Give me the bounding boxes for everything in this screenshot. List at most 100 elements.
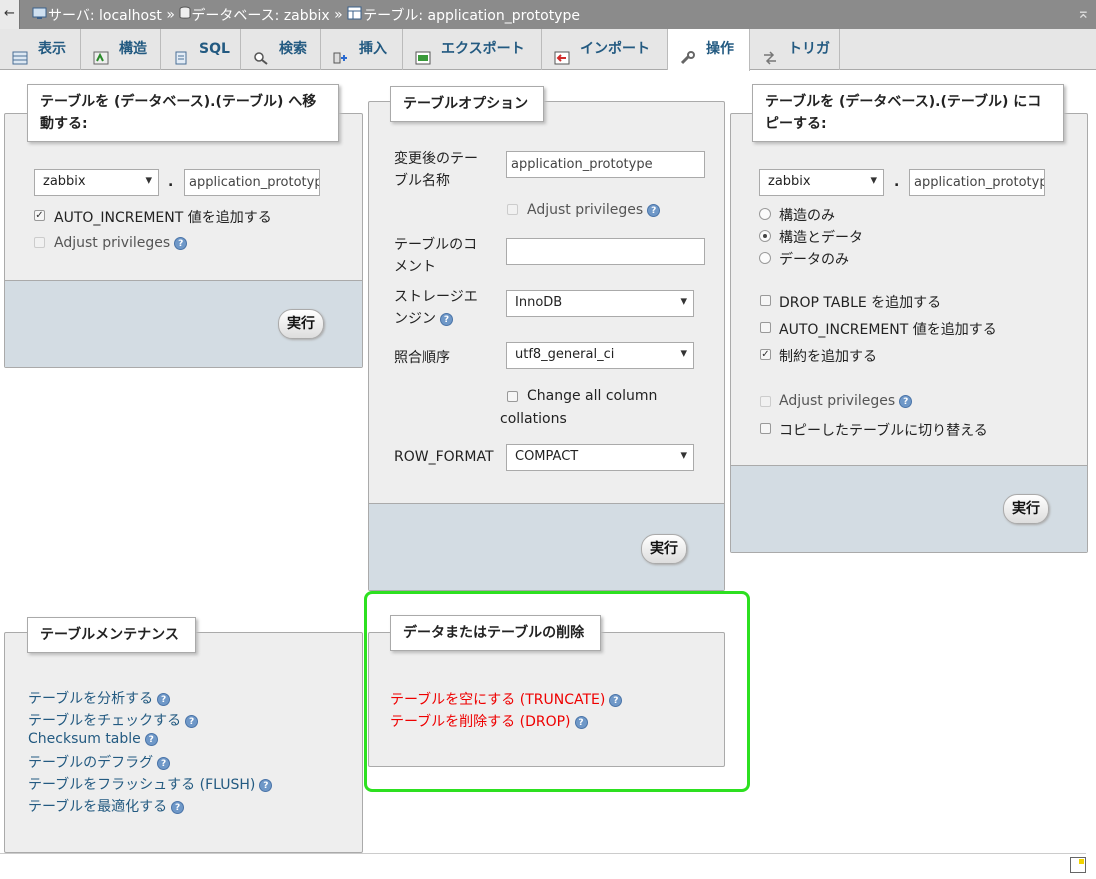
search-icon [253, 41, 269, 65]
copy-table-name-input[interactable]: application_prototyp [909, 169, 1045, 196]
copy-table-legend: テーブルを (データベース).(テーブル) にコ ピーする: [752, 84, 1064, 142]
structure-only-radio[interactable] [759, 208, 771, 220]
help-icon[interactable]: ? [144, 732, 158, 746]
tab-structure[interactable]: 構造 [81, 29, 161, 70]
move-database-select[interactable]: zabbix [34, 169, 159, 196]
defrag-table-link[interactable]: テーブルのデフラグ? [28, 752, 171, 772]
tab-operations[interactable]: 操作 [668, 29, 750, 71]
options-adjust-privileges-label: Adjust privileges? [527, 202, 661, 218]
tab-label: エクスポート [441, 41, 525, 57]
copy-adjust-privileges-checkbox[interactable] [760, 396, 771, 407]
help-icon[interactable]: ? [157, 692, 171, 706]
check-table-link[interactable]: テーブルをチェックする? [28, 710, 199, 730]
move-table-name-input[interactable]: application_prototyp [184, 169, 320, 196]
help-icon[interactable]: ? [185, 714, 199, 728]
collapse-icon[interactable]: ⌅ [1077, 3, 1090, 22]
row-format-label: ROW_FORMAT [394, 449, 494, 465]
comment-label: テーブルのコ メント [394, 234, 477, 278]
tab-label: インポート [580, 41, 650, 57]
breadcrumb-table[interactable]: テーブル: application_prototype [363, 8, 580, 24]
copy-database-select[interactable]: zabbix [759, 169, 884, 196]
constraints-checkbox[interactable]: ✓ [760, 349, 771, 360]
tab-search[interactable]: 検索 [241, 29, 321, 70]
legend-line: 動する: [40, 116, 88, 132]
optimize-table-link[interactable]: テーブルを最適化する? [28, 796, 185, 816]
table-options-legend: テーブルオプション [390, 86, 544, 122]
help-icon[interactable]: ? [174, 236, 188, 250]
legend-line: テーブルを (データベース).(テーブル) へ移 [40, 94, 317, 110]
tab-import[interactable]: インポート [542, 29, 668, 70]
breadcrumb-separator: » [166, 7, 175, 23]
structure-only-label: 構造のみ [779, 208, 835, 224]
breadcrumb-database[interactable]: データベース: zabbix [191, 8, 329, 24]
drop-table-checkbox[interactable] [760, 295, 771, 306]
tab-insert[interactable]: 挿入 [321, 29, 403, 70]
legend-line: テーブルを (データベース).(テーブル) にコ [765, 94, 1042, 110]
wrench-icon [680, 41, 696, 65]
help-icon[interactable]: ? [157, 756, 171, 770]
move-adjust-privileges-checkbox[interactable] [34, 237, 45, 248]
help-icon[interactable]: ? [647, 203, 661, 217]
tab-triggers[interactable]: トリガ [750, 29, 840, 70]
data-only-label: データのみ [779, 252, 849, 268]
back-arrow-icon[interactable]: ← [0, 0, 20, 29]
storage-engine-label: ストレージエ ンジン? [394, 286, 478, 330]
rename-input[interactable]: application_prototype [506, 151, 705, 178]
copy-go-button[interactable]: 実行 [1003, 494, 1049, 524]
maintenance-legend: テーブルメンテナンス [27, 617, 196, 653]
tab-sql[interactable]: SQL [161, 29, 241, 70]
dot-separator: . [894, 174, 900, 190]
help-icon[interactable]: ? [899, 394, 913, 408]
options-go-button[interactable]: 実行 [641, 534, 687, 564]
move-go-button[interactable]: 実行 [278, 309, 324, 339]
tab-export[interactable]: エクスポート [403, 29, 542, 70]
constraints-label: 制約を追加する [779, 349, 877, 365]
tab-browse[interactable]: 表示 [0, 29, 81, 70]
breadcrumb-separator: » [334, 7, 343, 23]
help-icon[interactable]: ? [259, 778, 273, 792]
sql-icon [173, 41, 189, 65]
label-line: ンジン [394, 311, 436, 327]
console-icon[interactable] [1070, 857, 1086, 873]
copy-auto-increment-label: AUTO_INCREMENT 値を追加する [779, 322, 997, 338]
data-only-radio[interactable] [759, 252, 771, 264]
label-line: テーブルのコ [394, 237, 478, 253]
tab-label: 構造 [119, 41, 147, 57]
move-auto-increment-checkbox[interactable]: ✓ [34, 210, 45, 221]
row-format-select[interactable]: COMPACT [506, 444, 694, 471]
analyze-table-link[interactable]: テーブルを分析する? [28, 688, 171, 708]
change-all-collations-checkbox[interactable] [507, 391, 518, 402]
copy-adjust-privileges-label: Adjust privileges? [779, 393, 913, 409]
dot-separator: . [168, 174, 174, 190]
storage-engine-select[interactable]: InnoDB [506, 290, 694, 317]
link-text: テーブルを最適化する [28, 799, 168, 815]
tab-label: 挿入 [359, 41, 387, 57]
help-icon[interactable]: ? [171, 800, 185, 814]
switch-to-copy-checkbox[interactable] [760, 423, 771, 434]
highlight-box [364, 591, 750, 792]
comment-input[interactable] [506, 238, 705, 265]
help-icon[interactable]: ? [440, 312, 453, 326]
structure-and-data-radio[interactable] [759, 230, 771, 242]
breadcrumb-server[interactable]: サーバ: localhost [48, 8, 162, 24]
label-line: メント [394, 259, 436, 275]
move-auto-increment-label: AUTO_INCREMENT 値を追加する [54, 210, 272, 226]
change-all-collations-label-2: collations [500, 411, 567, 427]
label-line: ストレージエ [394, 289, 478, 305]
legend-line: ピーする: [765, 116, 827, 132]
checksum-table-link[interactable]: Checksum table? [28, 731, 158, 747]
adjust-privileges-text: Adjust privileges [527, 202, 644, 218]
copy-auto-increment-checkbox[interactable] [760, 322, 771, 333]
label-line: 変更後のテー [394, 151, 478, 167]
import-icon [554, 41, 570, 65]
link-text: テーブルのデフラグ [28, 755, 154, 771]
flush-table-link[interactable]: テーブルをフラッシュする (FLUSH)? [28, 774, 273, 794]
tab-label: SQL [199, 41, 230, 57]
options-adjust-privileges-checkbox[interactable] [507, 204, 518, 215]
collation-select[interactable]: utf8_general_ci [506, 342, 694, 369]
tab-label: トリガ [788, 41, 830, 57]
tab-bar: 表示 構造 SQL 検索 挿入 エクスポート インポート 操作 トリガ [0, 29, 1096, 71]
adjust-privileges-text: Adjust privileges [54, 235, 171, 251]
browse-icon [12, 41, 28, 65]
move-table-legend: テーブルを (データベース).(テーブル) へ移 動する: [27, 84, 339, 142]
